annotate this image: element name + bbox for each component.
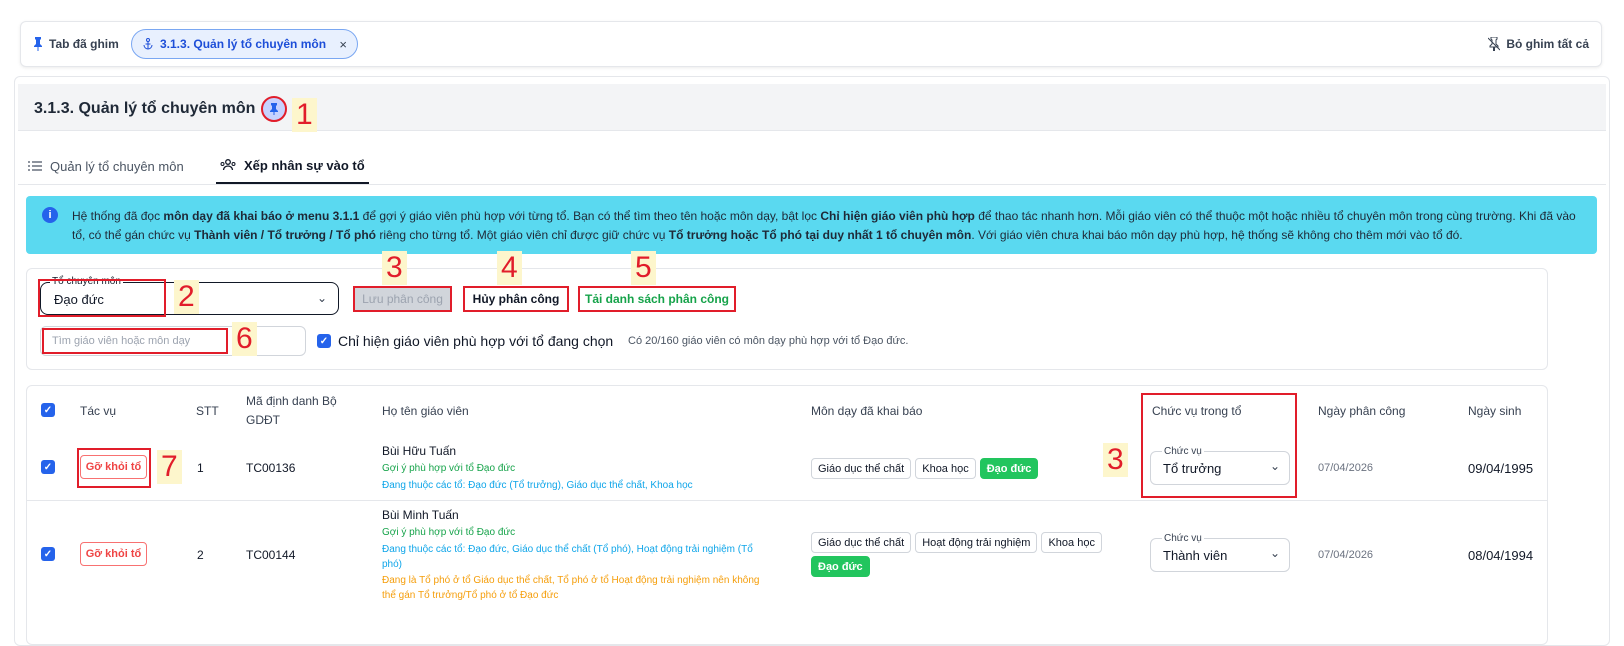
- only-matching-checkbox[interactable]: ✓: [317, 334, 331, 348]
- list-icon: [28, 161, 42, 171]
- membership-text: Đang thuộc các tổ: Đạo đức, Giáo dục thể…: [382, 544, 753, 555]
- annotation-6: 6: [232, 322, 257, 356]
- role-select-value: Tổ trưởng: [1163, 461, 1222, 476]
- annotation-5: 5: [631, 251, 656, 285]
- annotation-4: 4: [497, 251, 522, 285]
- search-input[interactable]: Tìm giáo viên hoặc môn dạy: [42, 328, 228, 354]
- pinned-tab[interactable]: 3.1.3. Quản lý tổ chuyên môn ×: [131, 29, 358, 59]
- annotation-2: 2: [174, 280, 199, 314]
- header-action: Tác vụ: [80, 404, 117, 418]
- warning-text: Đang là Tổ phó ở tổ Giáo dục thể chất, T…: [382, 575, 760, 586]
- subject-tag-matched: Đạo đức: [979, 458, 1039, 479]
- page-title: 3.1.3. Quản lý tổ chuyên môn: [34, 100, 256, 117]
- only-matching-label: Chỉ hiện giáo viên phù hợp với tổ đang c…: [338, 333, 614, 349]
- tab-manage-groups[interactable]: Quản lý tổ chuyên môn: [28, 148, 184, 184]
- teacher-name: Bùi Minh Tuấn: [382, 508, 459, 522]
- role-select-label: Chức vụ: [1162, 533, 1204, 544]
- subject-tag-matched: Đạo đức: [811, 556, 870, 577]
- cancel-assignment-button[interactable]: Hủy phân công: [463, 286, 569, 312]
- subject-tag: Giáo dục thể chất: [811, 458, 912, 479]
- annotation-1: 1: [292, 98, 317, 132]
- info-icon: i: [42, 207, 58, 223]
- role-select-value: Thành viên: [1163, 548, 1228, 563]
- remove-from-group-button[interactable]: Gỡ khỏi tổ: [80, 542, 147, 566]
- assigned-date: 07/04/2026: [1318, 549, 1374, 561]
- subject-tag: Khoa học: [915, 458, 976, 479]
- pinned-tabs-bar: Tab đã ghim 3.1.3. Quản lý tổ chuyên môn…: [20, 21, 1602, 67]
- header-id-line2: GDĐT: [246, 413, 280, 427]
- date-of-birth: 09/04/1995: [1468, 461, 1534, 476]
- pinned-tabs-label: Tab đã ghim: [33, 37, 119, 51]
- pin-icon: [34, 37, 42, 51]
- row-stt: 2: [197, 548, 204, 562]
- card-header: [18, 84, 1606, 131]
- header-id-line1: Mã định danh Bộ: [246, 394, 337, 408]
- annotation-7: 7: [157, 450, 182, 484]
- row-code: TC00136: [246, 461, 296, 475]
- header-dob: Ngày sinh: [1468, 404, 1522, 418]
- pin-toggle-button[interactable]: [261, 96, 287, 122]
- header-assigned-date: Ngày phân công: [1318, 404, 1406, 418]
- row-checkbox[interactable]: ✓: [41, 460, 55, 474]
- download-list-button[interactable]: Tải danh sách phân công: [578, 286, 736, 312]
- highlight-box: [38, 279, 166, 317]
- subject-tag: Giáo dục thể chất: [811, 532, 912, 553]
- tab-bar: Quản lý tổ chuyên môn Xếp nhân sự vào tổ: [18, 148, 1606, 185]
- subject-tag: Hoạt động trải nghiệm: [915, 532, 1038, 553]
- date-of-birth: 08/04/1994: [1468, 548, 1534, 563]
- warning-text-cont: thể gán Tổ trưởng/Tổ phó ở tổ Đạo đức: [382, 590, 559, 601]
- select-all-checkbox[interactable]: ✓: [41, 403, 55, 417]
- unpin-all-button[interactable]: Bỏ ghim tất cả: [1488, 37, 1589, 51]
- header-name: Họ tên giáo viên: [382, 404, 469, 418]
- chevron-down-icon: ⌄: [317, 291, 328, 305]
- chevron-down-icon: ⌄: [1270, 546, 1281, 560]
- header-stt: STT: [196, 404, 219, 418]
- row-stt: 1: [197, 461, 204, 475]
- subject-tags-row2: Đạo đức: [811, 556, 874, 577]
- unpin-icon: [1488, 37, 1501, 51]
- suggestion-text: Gợi ý phù hợp với tổ Đạo đức: [382, 463, 516, 474]
- info-banner: Hệ thống đã đọc môn dạy đã khai báo ở me…: [26, 196, 1597, 254]
- chevron-down-icon: ⌄: [1270, 459, 1281, 473]
- pin-icon: [270, 103, 278, 115]
- teacher-name: Bùi Hữu Tuấn: [382, 444, 457, 458]
- match-count-text: Có 20/160 giáo viên có môn dạy phù hợp v…: [628, 335, 909, 347]
- save-assignment-button[interactable]: Lưu phân công: [353, 286, 452, 312]
- highlight-box: [77, 448, 151, 488]
- subject-tags: Giáo dục thể chất Hoạt động trải nghiệm …: [811, 532, 1106, 553]
- membership-text: Đang thuộc các tổ: Đạo đức (Tổ trưởng), …: [382, 480, 693, 491]
- membership-text-cont: phó): [382, 559, 403, 570]
- row-divider: [27, 500, 1547, 501]
- pinned-tab-label: 3.1.3. Quản lý tổ chuyên môn: [160, 37, 327, 51]
- role-select-label: Chức vụ: [1162, 446, 1204, 457]
- close-icon[interactable]: ×: [339, 37, 347, 52]
- row-checkbox[interactable]: ✓: [41, 547, 55, 561]
- users-icon: [220, 159, 236, 171]
- annotation-3b: 3: [1103, 443, 1128, 477]
- annotation-3: 3: [382, 251, 407, 285]
- anchor-icon: [143, 38, 153, 50]
- row-code: TC00144: [246, 548, 296, 562]
- suggestion-text: Gợi ý phù hợp với tổ Đạo đức: [382, 527, 516, 538]
- subject-tags: Giáo dục thể chất Khoa học Đạo đức: [811, 458, 1042, 479]
- header-subjects: Môn dạy đã khai báo: [811, 404, 923, 418]
- tab-assign-staff[interactable]: Xếp nhân sự vào tổ: [216, 148, 369, 184]
- assigned-date: 07/04/2026: [1318, 462, 1374, 474]
- subject-tag: Khoa học: [1041, 532, 1102, 553]
